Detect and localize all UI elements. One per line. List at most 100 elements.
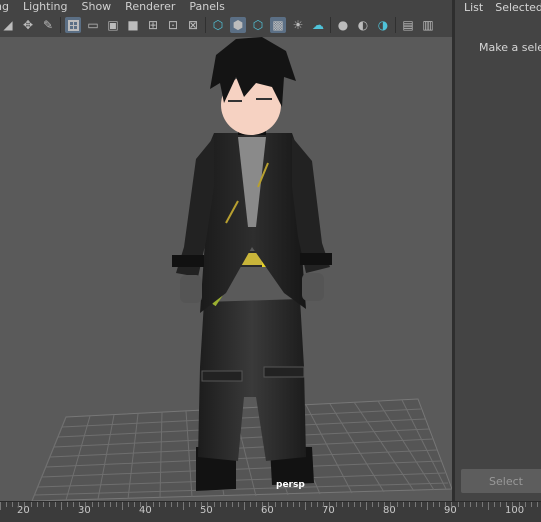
ruler-tick — [97, 502, 99, 507]
shadows-icon[interactable]: ☁ — [310, 17, 326, 33]
ruler-tick — [146, 502, 148, 507]
time-ruler[interactable]: 20 30 40 50 60 70 80 90 100 — [0, 501, 541, 522]
resolution-gate-icon[interactable]: ▣ — [105, 17, 121, 33]
ruler-tick — [481, 502, 483, 507]
brush-icon[interactable]: ✎ — [40, 17, 56, 33]
ruler-tick — [79, 502, 81, 507]
ruler-tick — [317, 502, 319, 507]
wireframe-cube-icon[interactable]: ⬡ — [210, 17, 226, 33]
ruler-tick — [494, 502, 496, 507]
lights-icon[interactable]: ☀ — [290, 17, 306, 33]
smooth-shade-icon[interactable]: ⬢ — [230, 17, 246, 33]
textured-icon[interactable]: ▩ — [270, 17, 286, 33]
ruler-tick — [305, 502, 306, 510]
ruler-tick — [378, 502, 380, 507]
camera-name-label: persp — [276, 480, 305, 490]
ruler-tick — [176, 502, 178, 507]
toolbar-separator — [205, 17, 206, 33]
ruler-tick — [475, 502, 477, 507]
menu-show[interactable]: Show — [81, 0, 111, 13]
grid-icon[interactable] — [65, 17, 81, 33]
scene-render — [31, 37, 452, 501]
ruler-tick — [372, 502, 374, 507]
field-chart-icon[interactable]: ⊞ — [145, 17, 161, 33]
ruler-tick — [353, 502, 355, 507]
ruler-tick — [341, 502, 343, 507]
ruler-tick — [420, 502, 422, 507]
menu-shading[interactable]: ing — [0, 0, 9, 13]
multisample-icon[interactable]: ◑ — [375, 17, 391, 33]
menu-lighting[interactable]: Lighting — [23, 0, 67, 13]
perspective-viewport[interactable]: persp — [0, 37, 452, 501]
select-camera-icon[interactable]: ◢ — [0, 17, 16, 33]
ruler-tick — [286, 502, 288, 507]
viewport-toolbar: ◢ ✥ ✎ ▭ ▣ ■ ⊞ ⊡ ⊠ ⬡ ⬢ ⬡ ▩ ☀ ☁ ● ◐ ◑ ▤ ▥ — [0, 13, 452, 37]
ruler-tick — [231, 502, 233, 507]
ruler-tick — [457, 502, 459, 507]
ruler-tick — [311, 502, 313, 507]
isolate-select-icon[interactable]: ▤ — [400, 17, 416, 33]
ruler-tick — [158, 502, 160, 507]
ruler-tick — [427, 502, 428, 510]
ruler-tick — [506, 502, 508, 507]
menu-selected[interactable]: Selected — [495, 1, 541, 14]
menu-panels[interactable]: Panels — [189, 0, 224, 13]
motion-blur-icon[interactable]: ◐ — [355, 17, 371, 33]
ruler-tick — [183, 502, 184, 510]
safe-action-icon[interactable]: ⊡ — [165, 17, 181, 33]
ruler-tick — [396, 502, 398, 507]
track-tool-icon[interactable]: ✥ — [20, 17, 36, 33]
ruler-tick — [115, 502, 117, 507]
ruler-tick — [366, 502, 367, 510]
ruler-tick — [36, 502, 38, 507]
ruler-tick — [6, 502, 8, 507]
select-button[interactable]: Select — [461, 469, 541, 493]
ruler-tick — [42, 502, 44, 507]
film-gate-icon[interactable]: ▭ — [85, 17, 101, 33]
ruler-tick — [12, 502, 14, 507]
ruler-tick — [292, 502, 294, 507]
ruler-tick — [244, 502, 245, 510]
ruler-tick — [402, 502, 404, 507]
menu-renderer[interactable]: Renderer — [125, 0, 175, 13]
ruler-tick — [359, 502, 361, 507]
ruler-tick — [18, 502, 20, 507]
ruler-tick — [262, 502, 264, 507]
toolbar-separator — [330, 17, 331, 33]
ruler-tick — [524, 502, 526, 507]
ruler-tick — [24, 502, 26, 507]
shaded-wireframe-icon[interactable]: ⬡ — [250, 17, 266, 33]
menu-list[interactable]: List — [464, 1, 483, 14]
ruler-tick — [445, 502, 447, 507]
ruler-tick — [530, 502, 532, 507]
ruler-tick — [128, 502, 130, 507]
ruler-tick — [237, 502, 239, 507]
ambient-occlusion-icon[interactable]: ● — [335, 17, 351, 33]
gate-mask-icon[interactable]: ■ — [125, 17, 141, 33]
ruler-tick — [469, 502, 471, 507]
ruler-tick — [408, 502, 410, 507]
ruler-tick — [335, 502, 337, 507]
safe-title-icon[interactable]: ⊠ — [185, 17, 201, 33]
ruler-tick — [54, 502, 56, 507]
ruler-tick — [164, 502, 166, 507]
toolbar-separator — [395, 17, 396, 33]
ruler-tick — [73, 502, 75, 507]
ruler-tick — [274, 502, 276, 507]
ruler-tick — [195, 502, 197, 507]
ruler-tick — [250, 502, 252, 507]
ruler-tick — [500, 502, 502, 507]
ruler-tick — [85, 502, 87, 507]
xray-icon[interactable]: ▥ — [420, 17, 436, 33]
ruler-tick — [536, 502, 538, 507]
ruler-tick — [219, 502, 221, 507]
ruler-tick — [122, 502, 123, 510]
ruler-tick — [201, 502, 203, 507]
ruler-tick — [512, 502, 514, 507]
ruler-tick — [323, 502, 325, 507]
ruler-tick — [48, 502, 50, 507]
ruler-tick — [225, 502, 227, 507]
ruler-tick — [170, 502, 172, 507]
ruler-tick — [140, 502, 142, 507]
ruler-tick — [463, 502, 465, 507]
